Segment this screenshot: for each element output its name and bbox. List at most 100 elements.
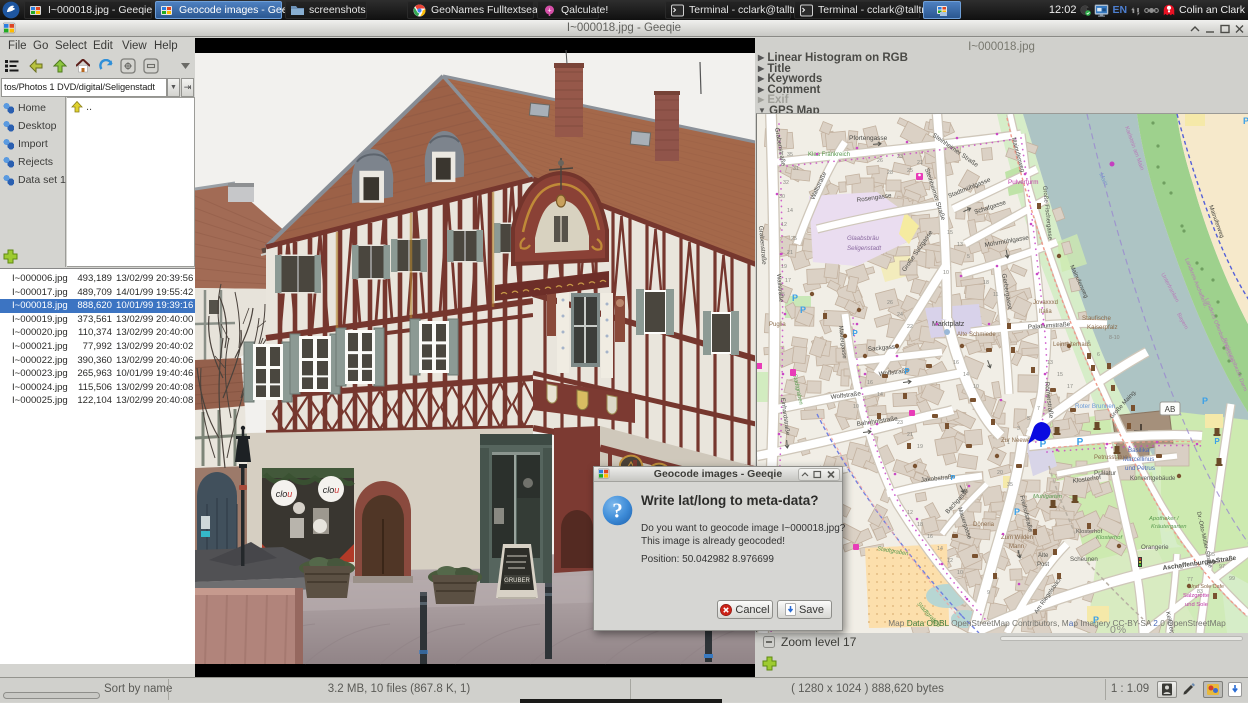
svg-text:P: P: [800, 305, 806, 315]
svg-text:P: P: [792, 293, 798, 303]
svg-text:Post: Post: [1037, 562, 1049, 568]
svg-text:22: 22: [907, 324, 913, 330]
svg-text:Staufische: Staufische: [1082, 315, 1111, 322]
svg-text:Kräutergarten: Kräutergarten: [1151, 524, 1186, 530]
svg-text:P: P: [951, 475, 956, 482]
svg-text:13: 13: [1047, 360, 1053, 366]
svg-text:13: 13: [957, 242, 963, 248]
svg-text:95: 95: [1209, 552, 1215, 558]
svg-text:21: 21: [907, 432, 913, 438]
svg-text:Roter Brunnen: Roter Brunnen: [1075, 403, 1116, 410]
svg-text:3: 3: [1017, 426, 1020, 432]
svg-text:Map Data ODBL OpenStreetMap Co: Map Data ODBL OpenStreetMap Contributors…: [888, 618, 1226, 628]
svg-text:Zum Wilden: Zum Wilden: [1001, 535, 1033, 541]
svg-text:8-10: 8-10: [1109, 335, 1120, 341]
svg-text:18: 18: [983, 280, 989, 286]
svg-text:19: 19: [781, 264, 787, 270]
svg-text:Zur Neewe: Zur Neewe: [1001, 438, 1031, 444]
svg-text:Seligenstadt: Seligenstadt: [847, 245, 881, 252]
svg-text:Alte Schmiede: Alte Schmiede: [957, 332, 996, 338]
svg-text:P: P: [1014, 507, 1020, 517]
svg-text:12: 12: [907, 510, 913, 516]
svg-text:97: 97: [1219, 564, 1225, 570]
svg-text:12: 12: [781, 222, 787, 228]
svg-text:Scheunen: Scheunen: [1070, 556, 1098, 563]
svg-text:18: 18: [917, 522, 923, 528]
svg-text:17: 17: [785, 278, 791, 284]
svg-text:10: 10: [973, 384, 979, 390]
svg-text:10: 10: [853, 404, 859, 410]
svg-text:23: 23: [897, 154, 903, 160]
svg-text:83: 83: [1197, 589, 1203, 595]
svg-text:21: 21: [917, 160, 923, 166]
svg-text:15: 15: [779, 292, 785, 298]
svg-text:77: 77: [1187, 577, 1193, 583]
svg-text:4: 4: [1087, 340, 1090, 346]
svg-text:Marcellinus: Marcellinus: [1123, 456, 1154, 463]
svg-text:32: 32: [783, 180, 789, 186]
svg-text:Muhlgarten: Muhlgarten: [1033, 494, 1062, 500]
svg-text:26: 26: [887, 300, 893, 306]
svg-text:Prälatur: Prälatur: [1094, 470, 1116, 477]
svg-text:P: P: [1202, 396, 1208, 406]
svg-text:Und Sole Cafe: Und Sole Cafe: [1189, 584, 1224, 590]
svg-text:25: 25: [907, 168, 913, 174]
svg-text:35: 35: [1007, 482, 1013, 488]
svg-text:26: 26: [877, 158, 883, 164]
svg-text:21: 21: [787, 250, 793, 256]
svg-text:Orangerie: Orangerie: [1141, 544, 1169, 551]
svg-text:P: P: [904, 367, 910, 376]
svg-text:30: 30: [779, 194, 785, 200]
svg-text:28: 28: [887, 170, 893, 176]
svg-text:23: 23: [897, 420, 903, 426]
svg-text:14: 14: [787, 208, 793, 214]
svg-text:AB: AB: [1165, 405, 1176, 414]
svg-text:24: 24: [897, 312, 903, 318]
svg-text:Petrusstatue: Petrusstatue: [1094, 455, 1128, 461]
svg-text:99: 99: [1229, 576, 1235, 582]
svg-text:10: 10: [943, 270, 949, 276]
svg-text:15: 15: [947, 230, 953, 236]
svg-text:14: 14: [963, 372, 969, 378]
svg-text:14: 14: [937, 546, 943, 552]
svg-text:Pulverturm: Pulverturm: [1008, 179, 1038, 186]
svg-text:14: 14: [877, 392, 883, 398]
svg-text:Apotheker /: Apotheker /: [1148, 516, 1180, 522]
svg-text:Basilika: Basilika: [1128, 447, 1150, 454]
svg-text:5: 5: [967, 254, 970, 260]
svg-text:Italia: Italia: [1039, 309, 1052, 315]
svg-text:35: 35: [787, 152, 793, 158]
svg-text:P: P: [1243, 116, 1248, 126]
svg-text:Leinreiterhaus: Leinreiterhaus: [1053, 342, 1091, 348]
svg-text:?: ?: [612, 499, 623, 523]
svg-text:clou: clou: [323, 485, 340, 495]
svg-text:19: 19: [917, 444, 923, 450]
svg-text:GRUBER: GRUBER: [504, 578, 530, 584]
svg-text:25: 25: [791, 236, 797, 242]
svg-text:Konventgebäude: Konventgebäude: [1130, 476, 1176, 482]
svg-text:16: 16: [927, 534, 933, 540]
svg-text:clou: clou: [276, 489, 293, 499]
svg-text:1: 1: [1007, 440, 1010, 446]
svg-text:6: 6: [1097, 352, 1100, 358]
svg-text:P: P: [1077, 437, 1084, 448]
svg-text:und Petrus: und Petrus: [1125, 465, 1155, 472]
svg-text:Puglia: Puglia: [769, 322, 786, 328]
svg-text:P: P: [852, 329, 858, 338]
svg-text:+: +: [547, 7, 551, 14]
svg-text:Klosterhof: Klosterhof: [1096, 535, 1123, 541]
svg-text:und Sole: und Sole: [1185, 602, 1208, 608]
svg-text:11: 11: [993, 292, 999, 298]
svg-text:20: 20: [997, 470, 1003, 476]
svg-text:17: 17: [1067, 384, 1073, 390]
svg-text:10: 10: [957, 570, 963, 576]
svg-text:16: 16: [953, 360, 959, 366]
svg-text:9: 9: [987, 590, 990, 596]
svg-text:5: 5: [1027, 416, 1030, 422]
svg-text:75: 75: [1177, 565, 1183, 571]
svg-text:15: 15: [1057, 372, 1063, 378]
svg-text:7: 7: [1037, 406, 1040, 412]
svg-text:Jovaxxxd: Jovaxxxd: [1033, 300, 1058, 306]
svg-text:Klaa Fränkreich: Klaa Fränkreich: [808, 152, 850, 158]
svg-text:Alte: Alte: [1038, 553, 1049, 559]
